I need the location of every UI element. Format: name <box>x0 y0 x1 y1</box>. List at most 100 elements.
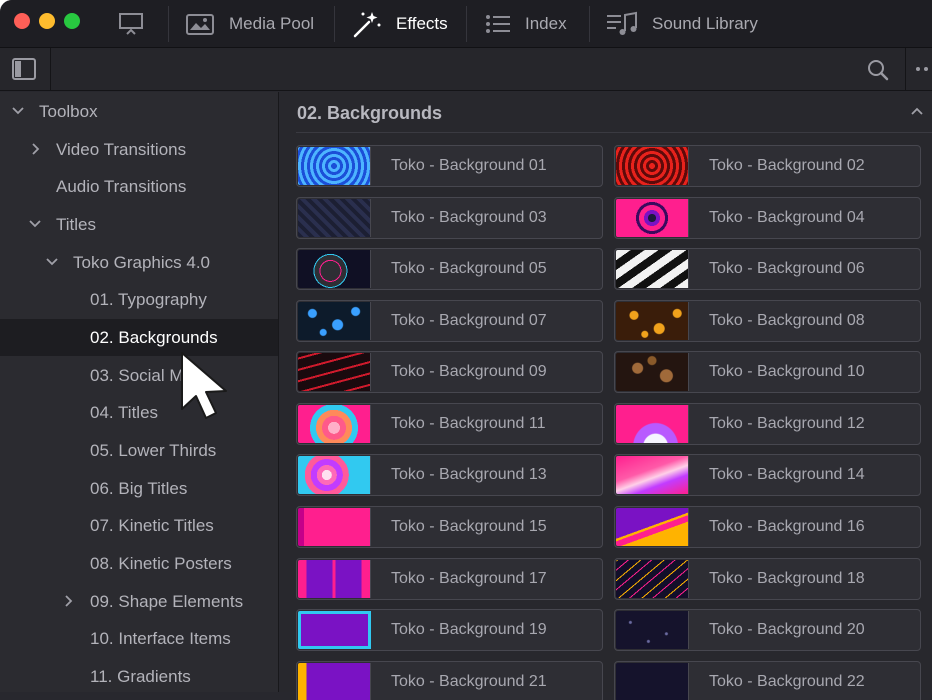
effect-tile-label: Toko - Background 14 <box>709 466 865 483</box>
zoom-window-button[interactable] <box>64 13 80 29</box>
tab-media-pool[interactable]: Media Pool <box>185 0 314 48</box>
effect-tile[interactable]: Toko - Background 02 <box>614 145 921 187</box>
effects-content-panel: 02. Backgrounds Toko - Background 01 Tok… <box>280 92 932 700</box>
effect-tile[interactable]: Toko - Background 11 <box>296 403 603 445</box>
effect-tile[interactable]: Toko - Background 13 <box>296 454 603 496</box>
effect-thumbnail <box>616 456 689 494</box>
tab-media-pool-label: Media Pool <box>229 14 315 33</box>
section-title: 02. Backgrounds <box>297 103 443 123</box>
sidebar-item-label: 08. Kinetic Posters <box>90 553 232 573</box>
sidebar-item-toko-graphics[interactable]: Toko Graphics 4.0 <box>0 244 278 281</box>
chevron-down-icon[interactable] <box>45 255 59 269</box>
effect-tile[interactable]: Toko - Background 04 <box>614 197 921 239</box>
effect-tile-label: Toko - Background 01 <box>391 157 547 174</box>
sidebar-item-label: 01. Typography <box>90 289 207 309</box>
effect-thumbnail <box>616 405 689 443</box>
tab-monitor[interactable] <box>118 0 144 48</box>
effect-tile-label: Toko - Background 17 <box>391 570 547 587</box>
chevron-right-icon[interactable] <box>29 142 43 156</box>
sidebar-item-label: Toko Graphics 4.0 <box>73 252 211 272</box>
tab-index[interactable]: Index <box>485 0 567 48</box>
effect-tile-label: Toko - Background 22 <box>709 673 865 690</box>
search-icon[interactable] <box>866 58 890 82</box>
sidebar-item-interface-items[interactable]: 10. Interface Items <box>0 620 278 657</box>
sidebar-item-video-transitions[interactable]: Video Transitions <box>0 131 278 168</box>
sidebar-item-titles[interactable]: Titles <box>0 206 278 243</box>
effect-tile[interactable]: Toko - Background 10 <box>614 351 921 393</box>
more-options-icon[interactable] <box>914 65 932 73</box>
sidebar-item-typography[interactable]: 01. Typography <box>0 281 278 318</box>
effect-thumbnail <box>298 663 371 700</box>
effect-thumbnail <box>616 147 689 185</box>
effect-tile[interactable]: Toko - Background 07 <box>296 300 603 342</box>
toolbar-divider <box>50 48 51 91</box>
tab-effects-label: Effects <box>396 14 448 33</box>
sidebar-item-shape-elements[interactable]: 09. Shape Elements <box>0 583 278 620</box>
music-note-icon <box>607 11 637 35</box>
effect-thumbnail <box>616 663 689 700</box>
effect-tile[interactable]: Toko - Background 21 <box>296 661 603 700</box>
tab-sound-library[interactable]: Sound Library <box>606 0 758 48</box>
sidebar-item-gradients[interactable]: 11. Gradients <box>0 658 278 692</box>
sidebar-item-lower-thirds[interactable]: 05. Lower Thirds <box>0 432 278 469</box>
effect-thumbnail <box>298 353 371 391</box>
sidebar-item-toolbox[interactable]: Toolbox <box>0 93 278 130</box>
effect-tile[interactable]: Toko - Background 17 <box>296 558 603 600</box>
effect-tile-label: Toko - Background 13 <box>391 466 547 483</box>
close-window-button[interactable] <box>14 13 30 29</box>
sidebar-item-kinetic-titles[interactable]: 07. Kinetic Titles <box>0 507 278 544</box>
effect-tile-label: Toko - Background 15 <box>391 518 547 535</box>
effect-tile[interactable]: Toko - Background 16 <box>614 506 921 548</box>
chevron-down-icon[interactable] <box>11 104 25 118</box>
sidebar-item-audio-transitions[interactable]: Audio Transitions <box>0 168 278 205</box>
effect-thumbnail <box>616 199 689 237</box>
sidebar-item-kinetic-posters[interactable]: 08. Kinetic Posters <box>0 545 278 582</box>
effect-tile[interactable]: Toko - Background 06 <box>614 248 921 290</box>
effect-thumbnail <box>298 302 371 340</box>
effect-thumbnail <box>298 456 371 494</box>
effect-tile[interactable]: Toko - Background 15 <box>296 506 603 548</box>
effect-tile[interactable]: Toko - Background 01 <box>296 145 603 187</box>
tab-index-label: Index <box>525 14 567 33</box>
sidebar-item-label: 03. Social M <box>90 365 184 385</box>
effect-tile[interactable]: Toko - Background 05 <box>296 248 603 290</box>
effects-toolbar <box>0 48 932 91</box>
effect-tile[interactable]: Toko - Background 14 <box>614 454 921 496</box>
effect-thumbnail <box>298 560 371 598</box>
minimize-window-button[interactable] <box>39 13 55 29</box>
titlebar-divider <box>466 6 467 42</box>
effect-tile-label: Toko - Background 02 <box>709 157 865 174</box>
effect-tile-label: Toko - Background 04 <box>709 209 865 226</box>
effect-tile-label: Toko - Background 19 <box>391 621 547 638</box>
effect-thumbnail <box>298 147 371 185</box>
effect-tile-label: Toko - Background 03 <box>391 209 547 226</box>
sidebar-toggle-icon[interactable] <box>12 58 36 80</box>
effect-tile-label: Toko - Background 11 <box>391 415 546 432</box>
effect-tile[interactable]: Toko - Background 18 <box>614 558 921 600</box>
chevron-right-icon[interactable] <box>62 594 76 608</box>
effect-tile[interactable]: Toko - Background 08 <box>614 300 921 342</box>
effect-tile[interactable]: Toko - Background 22 <box>614 661 921 700</box>
sidebar-item-titles-04[interactable]: 04. Titles <box>0 394 278 431</box>
sidebar-item-backgrounds[interactable]: 02. Backgrounds <box>0 319 278 356</box>
chevron-up-icon[interactable] <box>910 106 924 116</box>
effect-thumbnail <box>616 250 689 288</box>
chevron-down-icon[interactable] <box>28 217 42 231</box>
effect-tile-label: Toko - Background 18 <box>709 570 865 587</box>
effect-tile[interactable]: Toko - Background 09 <box>296 351 603 393</box>
effect-tile-label: Toko - Background 05 <box>391 260 547 277</box>
effect-tile-label: Toko - Background 07 <box>391 312 547 329</box>
tab-effects[interactable]: Effects <box>352 0 448 48</box>
sidebar-item-social-media[interactable]: 03. Social M <box>0 357 278 394</box>
effect-tile[interactable]: Toko - Background 03 <box>296 197 603 239</box>
effect-tile[interactable]: Toko - Background 20 <box>614 609 921 651</box>
effect-thumbnail <box>298 611 371 649</box>
sidebar-item-big-titles[interactable]: 06. Big Titles <box>0 470 278 507</box>
sidebar-item-label: 09. Shape Elements <box>90 591 244 611</box>
effect-tile[interactable]: Toko - Background 19 <box>296 609 603 651</box>
sidebar-item-label: Audio Transitions <box>56 176 187 196</box>
effect-tile-label: Toko - Background 20 <box>709 621 865 638</box>
effect-thumbnail <box>298 508 371 546</box>
effect-tile[interactable]: Toko - Background 12 <box>614 403 921 445</box>
sidebar-item-label: Toolbox <box>39 101 98 121</box>
